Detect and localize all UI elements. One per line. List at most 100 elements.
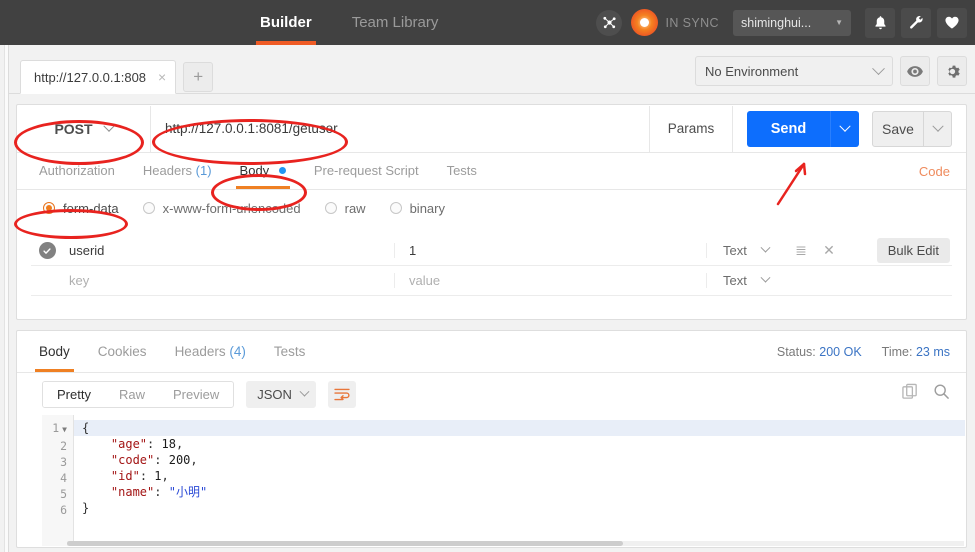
response-tab-headers[interactable]: Headers (4) <box>161 331 260 372</box>
request-tabstrip: http://127.0.0.1:808 × + No Environment <box>9 45 975 94</box>
response-tab-cookies[interactable]: Cookies <box>84 331 161 372</box>
radio-icon <box>324 202 337 214</box>
save-label: Save <box>882 120 914 137</box>
send-group: Send <box>747 110 859 147</box>
fold-icon[interactable]: ▼ <box>62 425 67 434</box>
url-input[interactable]: http://127.0.0.1:8081/getuser <box>151 121 649 136</box>
tab-headers[interactable]: Headers (1) <box>129 153 226 189</box>
tab-builder-label: Builder <box>260 14 312 31</box>
radio-icon <box>43 202 55 214</box>
user-menu[interactable]: shiminghui... ▼ <box>733 9 851 36</box>
row-type-selector[interactable]: Text <box>707 242 779 258</box>
line-number: 4 <box>60 471 67 485</box>
environment-group: No Environment <box>695 56 967 86</box>
send-dropdown-button[interactable] <box>830 110 859 147</box>
copy-icon[interactable] <box>902 383 919 405</box>
wrench-icon[interactable] <box>901 7 931 38</box>
row-key-value: userid <box>69 243 105 258</box>
row-enabled-checkbox[interactable] <box>31 242 63 259</box>
time-value: 23 ms <box>915 344 950 359</box>
table-row: userid 1 Text ≣ ✕ Bulk Edit <box>31 236 952 266</box>
bulk-edit-button[interactable]: Bulk Edit <box>876 238 950 263</box>
code-line: "name": "小明" <box>110 485 208 499</box>
network-icon[interactable] <box>596 9 623 36</box>
json-value-code: 200 <box>168 453 191 467</box>
gear-icon[interactable] <box>937 56 967 86</box>
environment-selector[interactable]: No Environment <box>695 56 893 86</box>
method-selector[interactable]: POST <box>17 105 151 152</box>
row-key-input[interactable]: key <box>63 273 395 288</box>
view-mode-pretty[interactable]: Pretty <box>43 381 105 407</box>
body-modified-dot-icon <box>278 167 286 174</box>
heart-icon[interactable] <box>937 7 967 38</box>
response-tab-tests[interactable]: Tests <box>260 331 320 372</box>
chevron-down-icon <box>760 272 771 283</box>
tab-builder[interactable]: Builder <box>240 0 332 45</box>
header-right-group: IN SYNC shiminghui... ▼ <box>596 0 967 45</box>
view-mode-raw[interactable]: Raw <box>105 382 159 407</box>
send-button[interactable]: Send <box>747 110 830 147</box>
response-tab-body-label: Body <box>39 344 70 359</box>
row-value-placeholder: value <box>409 273 441 288</box>
tab-pre-request-script[interactable]: Pre-request Script <box>300 153 433 189</box>
chevron-down-icon <box>839 120 851 132</box>
radio-raw[interactable]: raw <box>324 201 366 216</box>
line-number-gutter: 1 ▼ 2 3 4 5 6 <box>42 415 74 546</box>
code-link[interactable]: Code <box>919 164 950 179</box>
response-view-mode-group: Pretty Raw Preview <box>42 380 235 408</box>
tab-body[interactable]: Body <box>226 153 300 189</box>
close-icon[interactable]: × <box>158 69 166 85</box>
tab-tests[interactable]: Tests <box>433 153 491 189</box>
chevron-down-icon <box>872 61 885 75</box>
send-label: Send <box>770 120 807 137</box>
row-value-input[interactable]: value <box>395 273 707 288</box>
bell-icon[interactable] <box>865 7 895 38</box>
new-tab-button[interactable]: + <box>183 62 214 92</box>
sidebar-collapsed-strip[interactable] <box>4 45 8 552</box>
chevron-down-icon <box>760 242 771 253</box>
response-actions <box>902 383 950 405</box>
line-number: 3 <box>60 455 67 469</box>
user-name-label: shiminghui... <box>741 15 812 30</box>
line-number: 1 <box>52 421 60 435</box>
request-tab[interactable]: http://127.0.0.1:808 × <box>20 60 177 94</box>
status-label: Status: <box>776 344 816 359</box>
radio-x-www-form-urlencoded[interactable]: x-www-form-urlencoded <box>142 200 301 216</box>
view-mode-raw-label: Raw <box>118 386 145 402</box>
view-mode-preview[interactable]: Preview <box>159 382 233 407</box>
params-button[interactable]: Params <box>649 105 733 152</box>
row-type-selector[interactable]: Text <box>707 272 779 288</box>
json-value-id: 1 <box>154 469 162 483</box>
row-value-value: 1 <box>409 243 417 258</box>
tab-tests-label: Tests <box>446 163 477 178</box>
response-tab-headers-label: Headers <box>174 344 226 359</box>
code-line: "code": 200, <box>110 453 198 467</box>
list-icon[interactable]: ≣ <box>787 242 815 259</box>
response-body-viewer[interactable]: 1 ▼ 2 3 4 5 6 { "age": 18, "code": 200, "… <box>42 415 965 546</box>
sync-orb-icon[interactable] <box>631 9 659 36</box>
row-key-input[interactable]: userid <box>63 243 395 258</box>
json-value-name: 小明 <box>175 485 200 499</box>
horizontal-scrollbar[interactable] <box>67 541 964 546</box>
eye-icon[interactable] <box>900 56 930 86</box>
tab-headers-label: Headers <box>142 163 193 178</box>
status-badge: Status: 200 OK <box>777 345 862 359</box>
row-value-input[interactable]: 1 <box>395 243 707 258</box>
tab-authorization[interactable]: Authorization <box>25 153 129 189</box>
radio-form-data[interactable]: form-data <box>43 201 119 216</box>
search-icon[interactable] <box>933 383 950 405</box>
request-panel: POST http://127.0.0.1:8081/getuser Param… <box>16 104 967 320</box>
radio-x-www-form-urlencoded-label: x-www-form-urlencoded <box>162 200 301 216</box>
time-badge: Time: 23 ms <box>882 345 950 359</box>
tab-team-library[interactable]: Team Library <box>332 0 459 45</box>
response-format-selector[interactable]: JSON <box>246 380 316 408</box>
radio-binary[interactable]: binary <box>389 201 445 216</box>
response-tab-body[interactable]: Body <box>25 331 84 372</box>
word-wrap-icon[interactable] <box>327 380 356 408</box>
view-mode-pretty-label: Pretty <box>57 386 91 402</box>
close-icon[interactable]: ✕ <box>815 242 843 259</box>
chevron-down-icon <box>102 120 115 132</box>
request-tab-label: http://127.0.0.1:808 <box>34 69 147 85</box>
save-button[interactable]: Save <box>872 110 924 147</box>
save-dropdown-button[interactable] <box>924 110 952 147</box>
